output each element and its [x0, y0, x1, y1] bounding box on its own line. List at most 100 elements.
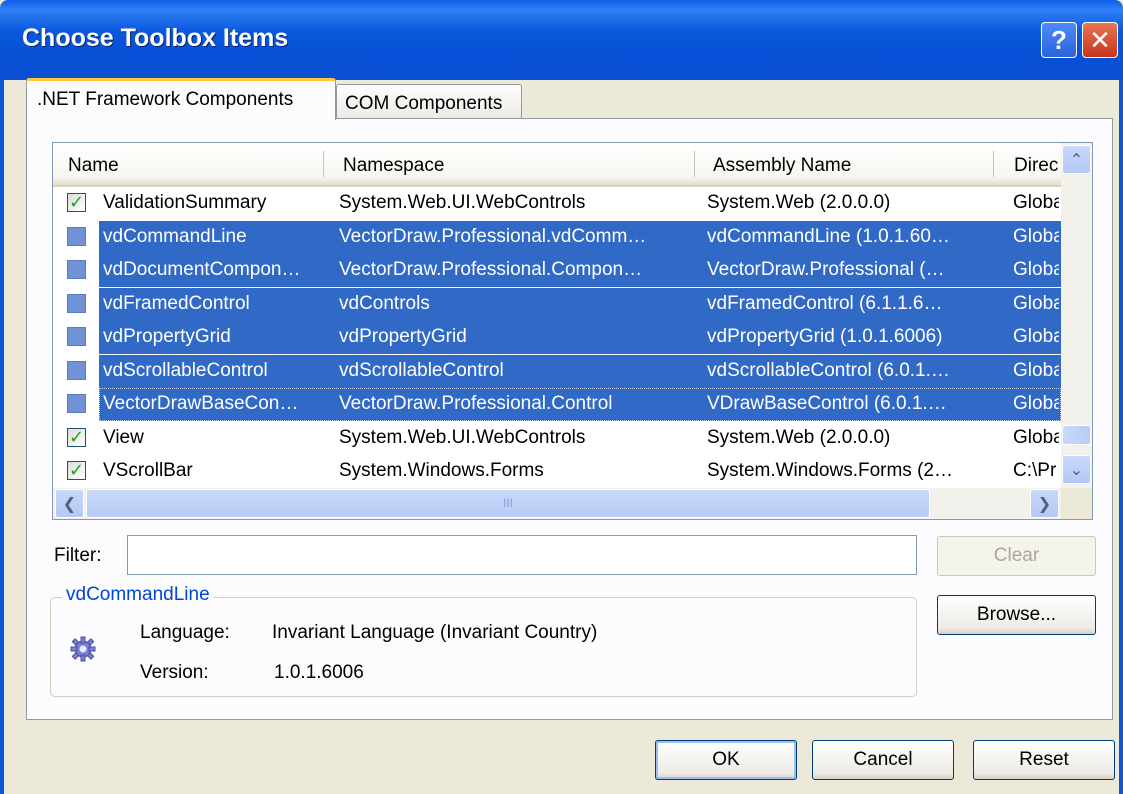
column-divider[interactable] [323, 151, 324, 177]
row-checkbox[interactable]: ✓ [67, 426, 86, 447]
table-row[interactable]: VectorDrawBaseCon… VectorDraw.Professiona… [53, 388, 1061, 421]
row-checkbox[interactable]: ✓ [67, 193, 86, 212]
row-checkbox[interactable] [67, 226, 86, 246]
cell-assembly-name: VectorDraw.Professional (… [707, 259, 945, 280]
cell-namespace: vdPropertyGrid [339, 326, 467, 347]
cell-assembly-name: vdFramedControl (6.1.1.6… [707, 292, 943, 314]
scrollbar-corner [1061, 488, 1092, 519]
version-label: Version: [140, 662, 209, 683]
help-button[interactable]: ? [1041, 22, 1077, 58]
chevron-left-icon: ❮ [62, 495, 77, 513]
table-row[interactable]: vdDocumentCompon… VectorDraw.Professional… [53, 254, 1061, 287]
cell-directory: Globa [1013, 426, 1059, 448]
cell-directory: Globa [1013, 393, 1059, 414]
title-bar[interactable]: Choose Toolbox Items ? ✕ [0, 0, 1123, 80]
cell-namespace: System.Windows.Forms [339, 460, 544, 481]
table-row[interactable]: vdFramedControl vdControls vdFramedControl… [53, 287, 1061, 321]
check-icon: ✓ [68, 426, 85, 447]
cell-name: vdDocumentCompon… [103, 259, 301, 280]
window-frame-right [1119, 80, 1123, 794]
gear-icon [70, 636, 96, 662]
cancel-button-label: Cancel [853, 749, 913, 770]
cell-assembly-name: System.Windows.Forms (2… [707, 460, 953, 481]
cell-namespace: vdControls [339, 292, 430, 314]
cell-directory: Globa [1013, 326, 1059, 347]
ok-button-label: OK [712, 749, 740, 770]
row-checkbox[interactable] [67, 260, 86, 279]
horizontal-scrollbar[interactable]: ❮ III ❯ [53, 488, 1061, 519]
cell-directory: Globa [1013, 259, 1059, 280]
tab-net-framework-components[interactable]: .NET Framework Components [26, 78, 336, 120]
table-row[interactable]: ✓ View System.Web.UI.WebControls System.Web… [53, 422, 1061, 455]
browse-button[interactable]: Browse... [937, 595, 1096, 635]
cell-directory: Globa [1013, 359, 1059, 381]
cell-namespace: VectorDraw.Professional.vdComm… [339, 225, 647, 247]
chevron-down-icon: ⌄ [1069, 461, 1084, 479]
column-divider[interactable] [993, 151, 994, 177]
window-frame-left [0, 80, 4, 794]
table-row[interactable]: ✓ ValidationSummary System.Web.UI.WebContr… [53, 187, 1061, 220]
column-header-directory[interactable]: Direc [1014, 155, 1058, 177]
table-row[interactable]: ✓ VScrollBar System.Windows.Forms System.Wi… [53, 455, 1061, 488]
filter-input[interactable] [127, 535, 917, 575]
cell-assembly-name: System.Web (2.0.0.0) [707, 192, 891, 213]
check-icon: ✓ [68, 460, 85, 480]
column-header-namespace[interactable]: Namespace [343, 155, 444, 177]
cell-namespace: VectorDraw.Professional.Control [339, 393, 613, 414]
cell-name: View [103, 426, 144, 448]
column-header-name[interactable]: Name [68, 155, 119, 177]
vertical-scroll-thumb[interactable] [1062, 425, 1091, 445]
cell-name: VScrollBar [103, 460, 193, 481]
cancel-button[interactable]: Cancel [812, 740, 954, 780]
cell-directory: Globa [1013, 292, 1059, 314]
close-button[interactable]: ✕ [1082, 22, 1118, 58]
vertical-scrollbar[interactable]: ⌃ ⌄ [1061, 143, 1092, 488]
grip-icon: III [502, 496, 513, 510]
chevron-right-icon: ❯ [1037, 495, 1052, 513]
horizontal-scroll-thumb[interactable]: III [86, 489, 930, 518]
filter-label: Filter: [54, 545, 102, 566]
cell-name: ValidationSummary [103, 192, 267, 213]
row-checkbox[interactable]: ✓ [67, 461, 86, 480]
cell-namespace: System.Web.UI.WebControls [339, 426, 586, 448]
cell-name: vdPropertyGrid [103, 326, 231, 347]
cell-directory: C:\Pr [1013, 460, 1057, 481]
help-icon: ? [1051, 24, 1067, 55]
scroll-right-button[interactable]: ❯ [1030, 489, 1059, 518]
row-checkbox[interactable] [67, 293, 86, 313]
cell-assembly-name: vdScrollableControl (6.0.1.… [707, 359, 950, 381]
cell-assembly-name: VDrawBaseControl (6.0.1.… [707, 393, 947, 414]
column-header-assembly-name[interactable]: Assembly Name [713, 155, 851, 177]
table-row[interactable]: vdPropertyGrid vdPropertyGrid vdPropertyGr… [53, 321, 1061, 354]
components-list[interactable]: Name Namespace Assembly Name Direc ✓ Vali… [52, 142, 1093, 520]
clear-button[interactable]: Clear [937, 536, 1096, 576]
column-divider[interactable] [694, 151, 695, 177]
cell-assembly-name: System.Web (2.0.0.0) [707, 426, 891, 448]
chevron-up-icon: ⌃ [1069, 151, 1084, 169]
details-title: vdCommandLine [62, 584, 214, 606]
cell-assembly-name: vdCommandLine (1.0.1.60… [707, 225, 950, 247]
row-checkbox[interactable] [67, 360, 86, 380]
tab-com-components[interactable]: COM Components [336, 84, 522, 118]
table-row[interactable]: vdCommandLine VectorDraw.Professional.vdC… [53, 220, 1061, 254]
language-label: Language: [140, 622, 230, 643]
cell-name: vdCommandLine [103, 225, 247, 247]
reset-button[interactable]: Reset [973, 740, 1115, 780]
table-row[interactable]: vdScrollableControl vdScrollableControl vd… [53, 354, 1061, 388]
language-value: Invariant Language (Invariant Country) [272, 622, 598, 643]
clear-button-label: Clear [993, 545, 1040, 566]
cell-name: VectorDrawBaseCon… [103, 393, 299, 414]
ok-button[interactable]: OK [655, 740, 797, 780]
cell-directory: Globa [1013, 192, 1059, 213]
browse-button-label: Browse... [976, 604, 1057, 625]
cell-name: vdScrollableControl [103, 359, 268, 381]
row-checkbox[interactable] [67, 327, 86, 346]
reset-button-label: Reset [1019, 749, 1069, 770]
row-checkbox[interactable] [67, 394, 86, 413]
scroll-up-button[interactable]: ⌃ [1062, 145, 1091, 174]
scroll-left-button[interactable]: ❮ [55, 489, 84, 518]
check-icon: ✓ [68, 192, 85, 212]
cell-namespace: vdScrollableControl [339, 359, 504, 381]
close-icon: ✕ [1089, 24, 1111, 55]
scroll-down-button[interactable]: ⌄ [1062, 455, 1091, 484]
